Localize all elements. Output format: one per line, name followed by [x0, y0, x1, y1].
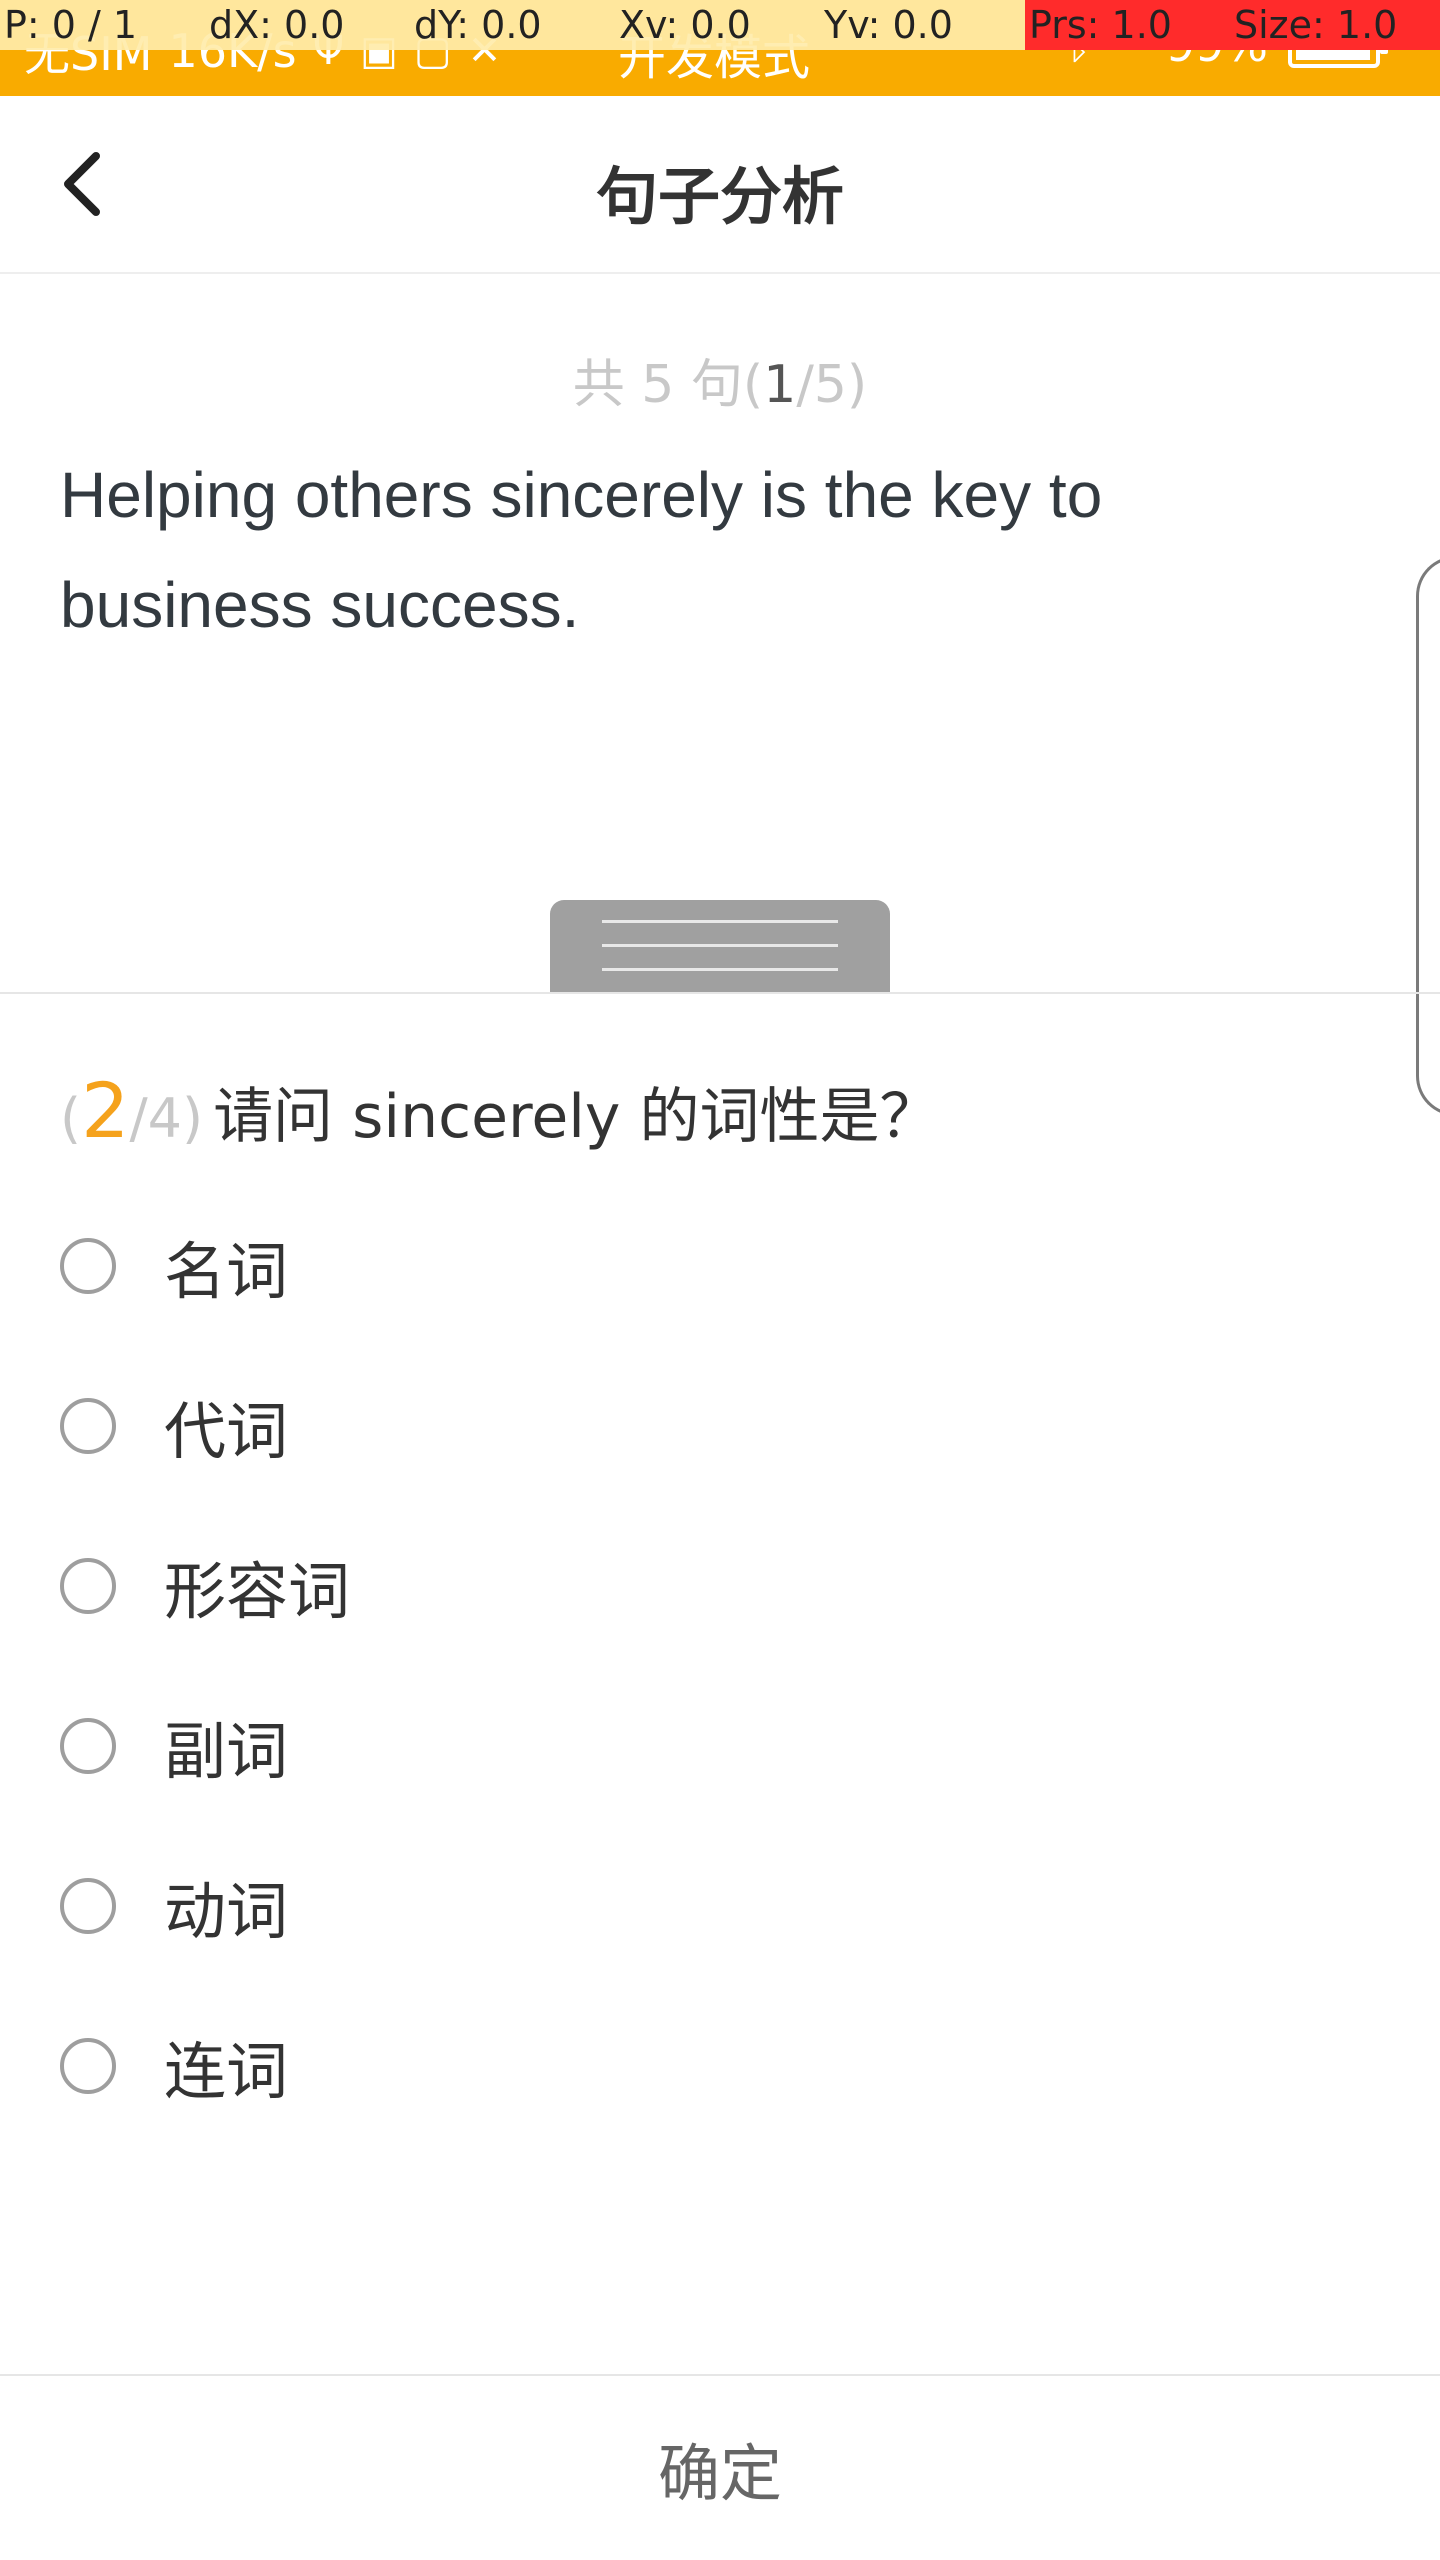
- counter-current: 1: [763, 355, 797, 415]
- nav-bar: 句子分析: [0, 96, 1440, 274]
- answer-options: 名词 代词 形容词 副词 动词 连词: [60, 1186, 1360, 2146]
- radio-icon[interactable]: [60, 1398, 116, 1454]
- radio-icon[interactable]: [60, 1238, 116, 1294]
- option-label: 连词: [164, 2035, 289, 2108]
- counter-prefix: 共 5 句(: [572, 355, 764, 415]
- debug-dx: dX: 0.0: [205, 0, 410, 50]
- pointer-debug-overlay: P: 0 / 1 dX: 0.0 dY: 0.0 Xv: 0.0 Yv: 0.0…: [0, 0, 1440, 50]
- option-label: 形容词: [164, 1555, 351, 1628]
- debug-size: Size: 1.0: [1230, 0, 1440, 50]
- option-label: 名词: [164, 1235, 289, 1308]
- option-noun[interactable]: 名词: [60, 1186, 1360, 1346]
- page-title: 句子分析: [595, 160, 844, 233]
- question-open-paren: (: [60, 1087, 82, 1150]
- option-label: 副词: [164, 1715, 289, 1788]
- confirm-button[interactable]: 确定: [0, 2376, 1440, 2560]
- option-adverb[interactable]: 副词: [60, 1666, 1360, 1826]
- question-title: ( 2 /4) 请问 sincerely 的词性是？: [60, 1066, 940, 1155]
- debug-yv: Yv: 0.0: [820, 0, 1025, 50]
- question-current-number: 2: [81, 1066, 130, 1155]
- sentence-counter: 共 5 句(1/5): [0, 342, 1440, 417]
- question-total: /4): [129, 1087, 204, 1150]
- radio-icon[interactable]: [60, 2038, 116, 2094]
- radio-icon[interactable]: [60, 1718, 116, 1774]
- side-drawer-edge[interactable]: [1416, 556, 1440, 1116]
- sentence-text: Helping others sincerely is the key to b…: [60, 459, 1103, 641]
- section-divider: [0, 992, 1440, 994]
- option-pronoun[interactable]: 代词: [60, 1346, 1360, 1506]
- debug-xv: Xv: 0.0: [615, 0, 820, 50]
- radio-icon[interactable]: [60, 1878, 116, 1934]
- drag-handle[interactable]: [550, 900, 890, 992]
- option-verb[interactable]: 动词: [60, 1826, 1360, 1986]
- question-text: 请问 sincerely 的词性是？: [213, 1082, 940, 1152]
- debug-dy: dY: 0.0: [410, 0, 615, 50]
- option-adjective[interactable]: 形容词: [60, 1506, 1360, 1666]
- option-conjunction[interactable]: 连词: [60, 1986, 1360, 2146]
- counter-suffix: /5): [796, 355, 868, 415]
- option-label: 代词: [164, 1395, 289, 1468]
- radio-icon[interactable]: [60, 1558, 116, 1614]
- debug-pointer-count: P: 0 / 1: [0, 0, 205, 50]
- option-label: 动词: [164, 1875, 289, 1948]
- debug-pressure: Prs: 1.0: [1025, 0, 1230, 50]
